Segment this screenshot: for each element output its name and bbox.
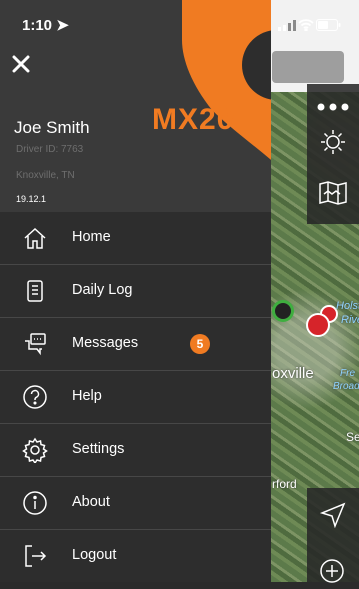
menu-item-help[interactable]: Help (0, 371, 271, 424)
wifi-icon (298, 18, 314, 36)
map-label: Holst (336, 300, 359, 312)
menu-item-label: About (72, 494, 110, 510)
menu-item-settings[interactable]: Settings (0, 424, 271, 477)
map-layers-icon[interactable] (318, 180, 348, 206)
about-icon (22, 490, 48, 516)
messages-icon (22, 331, 48, 357)
user-name: Joe Smith (14, 118, 90, 137)
menu-item-messages[interactable]: Messages 5 (0, 318, 271, 371)
settings-icon (22, 437, 48, 465)
map-label: oxville (272, 365, 314, 382)
signal-icon (278, 18, 296, 36)
drawer-menu: Home Daily Log Messages 5 Help Settings … (0, 212, 271, 582)
map-pin-green[interactable] (272, 300, 294, 322)
menu-item-home[interactable]: Home (0, 212, 271, 265)
brand-logo: MX20 (152, 103, 235, 136)
menu-item-label: Daily Log (72, 282, 133, 298)
menu-item-label: Home (72, 229, 111, 245)
status-icons (278, 18, 341, 36)
map-nav-panel (307, 488, 359, 584)
daily-log-icon (22, 278, 48, 304)
driver-id: Driver ID: 7763 (16, 144, 84, 155)
menu-item-label: Logout (72, 547, 117, 563)
navigation-arrow-icon[interactable] (319, 502, 346, 529)
menu-item-logout[interactable]: Logout (0, 530, 271, 582)
menu-item-about[interactable]: About (0, 477, 271, 530)
map-label: Broad (333, 381, 359, 392)
location-arrow-icon: ➤ (56, 17, 69, 34)
more-icon[interactable] (317, 98, 349, 111)
close-icon[interactable] (12, 55, 30, 73)
status-time: 1:10 ➤ (22, 17, 69, 34)
map-pin-red[interactable] (306, 313, 330, 337)
map-label: Rive (341, 314, 359, 326)
menu-item-label: Messages (72, 335, 139, 351)
menu-item-label: Help (72, 388, 102, 404)
map-label: rford (272, 477, 297, 491)
home-icon (22, 225, 48, 251)
side-drawer: MX20 Joe Smith Driver ID: 7763 Knoxville… (0, 0, 271, 582)
zoom-in-icon[interactable] (319, 558, 345, 584)
menu-item-daily-log[interactable]: Daily Log (0, 265, 271, 318)
map-label: Se (346, 430, 359, 444)
app-version: 19.12.1 (16, 194, 47, 204)
status-bar: 1:10 ➤ (0, 0, 359, 44)
map-label: Fre (340, 368, 355, 379)
logout-icon (22, 543, 48, 569)
brightness-icon[interactable] (319, 128, 347, 156)
battery-icon (316, 18, 341, 36)
map-search-field[interactable] (272, 51, 344, 83)
unread-count-badge: 5 (190, 334, 210, 354)
user-location: Knoxville, TN (16, 170, 75, 181)
menu-item-label: Settings (72, 441, 125, 457)
map-tools-panel (307, 84, 359, 224)
help-icon (22, 384, 48, 410)
